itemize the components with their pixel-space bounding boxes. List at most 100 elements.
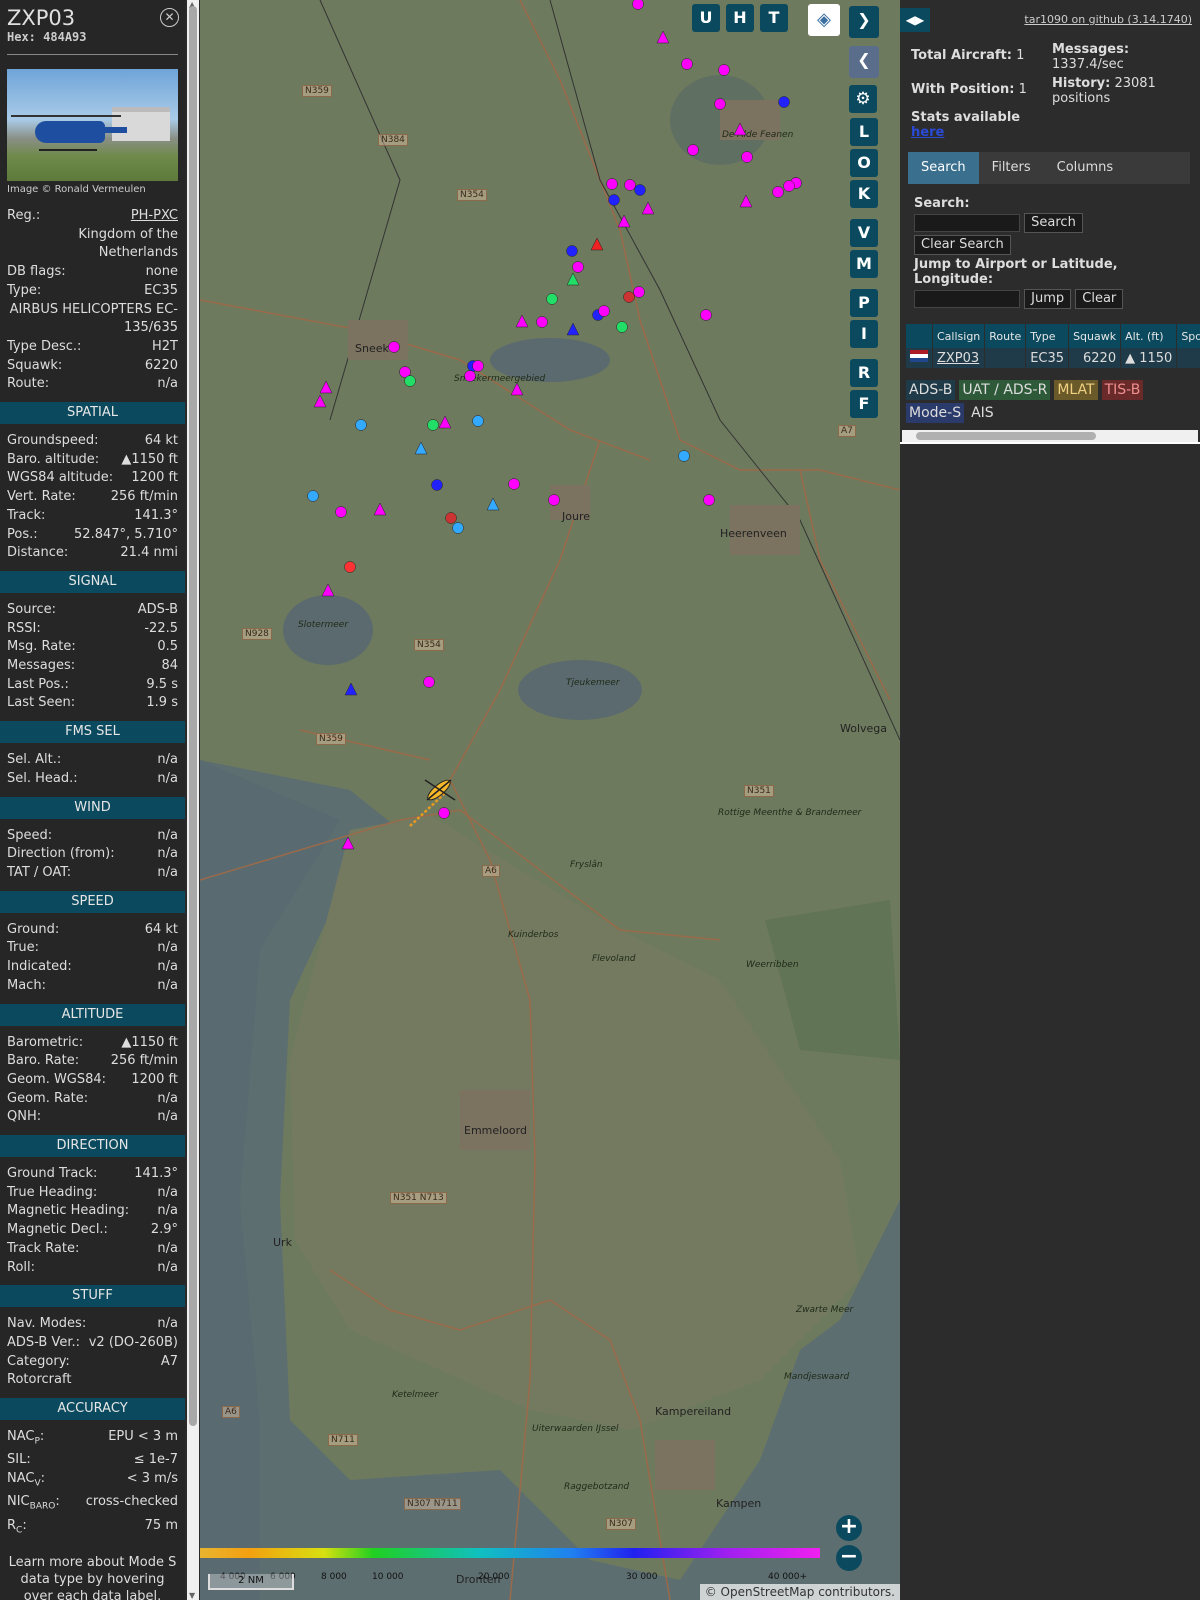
map-button-o[interactable]: O [850, 149, 878, 177]
map-button-l[interactable]: L [850, 118, 878, 146]
github-link[interactable]: tar1090 on github (3.14.1740) [1024, 13, 1192, 26]
aircraft-marker[interactable] [431, 479, 443, 491]
clear-button[interactable]: Clear [1075, 289, 1124, 309]
column-header-route[interactable]: Route [984, 324, 1027, 348]
aircraft-marker[interactable] [373, 502, 387, 516]
close-icon[interactable]: ✕ [160, 8, 179, 27]
map-view[interactable]: Sneek Joure Heerenveen Wolvega Emmeloord Urk D… [200, 0, 900, 1600]
aircraft-marker[interactable] [472, 360, 484, 372]
section-header-speed[interactable]: SPEED [0, 890, 185, 913]
aircraft-marker[interactable] [714, 98, 726, 110]
aircraft-marker[interactable] [445, 512, 457, 524]
section-header-direction[interactable]: DIRECTION [0, 1135, 185, 1158]
layers-icon[interactable]: ◈ [808, 4, 840, 36]
source-badge-uat-ads-r[interactable]: UAT / ADS-R [959, 380, 1051, 400]
source-badge-mlat[interactable]: MLAT [1054, 380, 1098, 400]
source-badge-ads-b[interactable]: ADS-B [906, 380, 956, 400]
zoom-out-button[interactable]: − [836, 1545, 862, 1571]
aircraft-marker[interactable] [508, 478, 520, 490]
aircraft-marker[interactable] [718, 64, 730, 76]
aircraft-marker[interactable] [733, 122, 747, 136]
map-button-t[interactable]: T [760, 4, 788, 32]
aircraft-marker[interactable] [321, 583, 335, 597]
aircraft-marker[interactable] [335, 506, 347, 518]
aircraft-marker[interactable] [617, 214, 631, 228]
aircraft-marker[interactable] [700, 309, 712, 321]
aircraft-marker[interactable] [344, 682, 358, 696]
aircraft-marker[interactable] [681, 58, 693, 70]
aircraft-marker[interactable] [624, 179, 636, 191]
column-header-squawk[interactable]: Squawk [1068, 324, 1122, 348]
hscroll-thumb[interactable] [916, 432, 1096, 440]
jump-input[interactable] [914, 290, 1020, 308]
aircraft-marker[interactable] [341, 836, 355, 850]
scrollbar-thumb[interactable] [189, 6, 197, 1426]
row-callsign[interactable]: ZXP03 [932, 348, 986, 368]
aircraft-marker[interactable] [486, 497, 500, 511]
aircraft-markers[interactable] [200, 0, 900, 1600]
map-button-f[interactable]: F [850, 390, 878, 418]
aircraft-marker[interactable] [452, 522, 464, 534]
tab-filters[interactable]: Filters [979, 152, 1044, 184]
aircraft-marker[interactable] [608, 194, 620, 206]
map-button-k[interactable]: K [850, 180, 878, 208]
column-header-callsign[interactable]: Callsign [932, 324, 986, 348]
selected-aircraft-icon[interactable] [405, 778, 465, 828]
table-horizontal-scrollbar[interactable] [902, 430, 1198, 442]
map-button-r[interactable]: R [850, 359, 878, 387]
section-header-spatial[interactable]: SPATIAL [0, 402, 185, 425]
aircraft-marker[interactable] [739, 194, 753, 208]
tab-columns[interactable]: Columns [1044, 152, 1127, 184]
aircraft-marker[interactable] [598, 305, 610, 317]
aircraft-marker[interactable] [427, 419, 439, 431]
aircraft-marker[interactable] [388, 341, 400, 353]
registration-link[interactable]: PH-PXC [131, 207, 178, 226]
column-header-speed[interactable]: Spd [1176, 324, 1200, 348]
aircraft-photo[interactable] [7, 69, 178, 181]
map-button-v[interactable]: V [850, 219, 878, 247]
search-input[interactable] [914, 214, 1020, 232]
collapse-left-icon[interactable]: ❮ [849, 46, 879, 78]
jump-button[interactable]: Jump [1024, 289, 1072, 309]
map-attribution[interactable]: © OpenStreetMap contributors. [699, 1584, 900, 1600]
aircraft-marker[interactable] [566, 245, 578, 257]
aircraft-marker[interactable] [634, 184, 646, 196]
aircraft-marker[interactable] [590, 237, 604, 251]
aircraft-marker[interactable] [313, 394, 327, 408]
aircraft-marker[interactable] [687, 144, 699, 156]
table-row[interactable]: ZXP03 EC35 6220 ▲ 1150 [906, 348, 1200, 368]
aircraft-marker[interactable] [632, 0, 644, 10]
section-header-signal[interactable]: SIGNAL [0, 570, 185, 593]
source-badge-tis-b[interactable]: TIS-B [1101, 380, 1144, 400]
aircraft-marker[interactable] [414, 441, 428, 455]
aircraft-marker[interactable] [307, 490, 319, 502]
aircraft-marker[interactable] [566, 322, 580, 336]
section-header-stuff[interactable]: STUFF [0, 1285, 185, 1308]
aircraft-marker[interactable] [546, 293, 558, 305]
section-header-fms-sel[interactable]: FMS SEL [0, 721, 185, 744]
aircraft-marker[interactable] [319, 380, 333, 394]
map-button-i[interactable]: I [850, 320, 878, 348]
aircraft-marker[interactable] [510, 382, 524, 396]
section-header-altitude[interactable]: ALTITUDE [0, 1003, 185, 1026]
scroll-down-icon[interactable]: ▼ [189, 1591, 195, 1600]
expand-right-icon[interactable]: ❯ [849, 6, 879, 38]
toggle-sidebar-icon[interactable]: ◀▶ [900, 8, 930, 32]
aircraft-marker[interactable] [772, 186, 784, 198]
zoom-in-button[interactable]: + [836, 1515, 862, 1541]
aircraft-marker[interactable] [536, 316, 548, 328]
aircraft-marker[interactable] [616, 321, 628, 333]
aircraft-marker[interactable] [355, 419, 367, 431]
aircraft-marker[interactable] [423, 676, 435, 688]
sidebar-scrollbar[interactable]: ▲ ▼ [187, 0, 199, 1600]
column-header-flag[interactable] [906, 324, 933, 348]
settings-gear-icon[interactable]: ⚙ [849, 85, 877, 113]
aircraft-marker[interactable] [678, 450, 690, 462]
map-button-p[interactable]: P [850, 289, 878, 317]
source-badge-mode-s[interactable]: Mode-S [906, 403, 965, 423]
aircraft-marker[interactable] [783, 180, 795, 192]
section-header-wind[interactable]: WIND [0, 796, 185, 819]
column-header-type[interactable]: Type [1025, 324, 1070, 348]
aircraft-marker[interactable] [548, 494, 560, 506]
aircraft-marker[interactable] [404, 375, 416, 387]
